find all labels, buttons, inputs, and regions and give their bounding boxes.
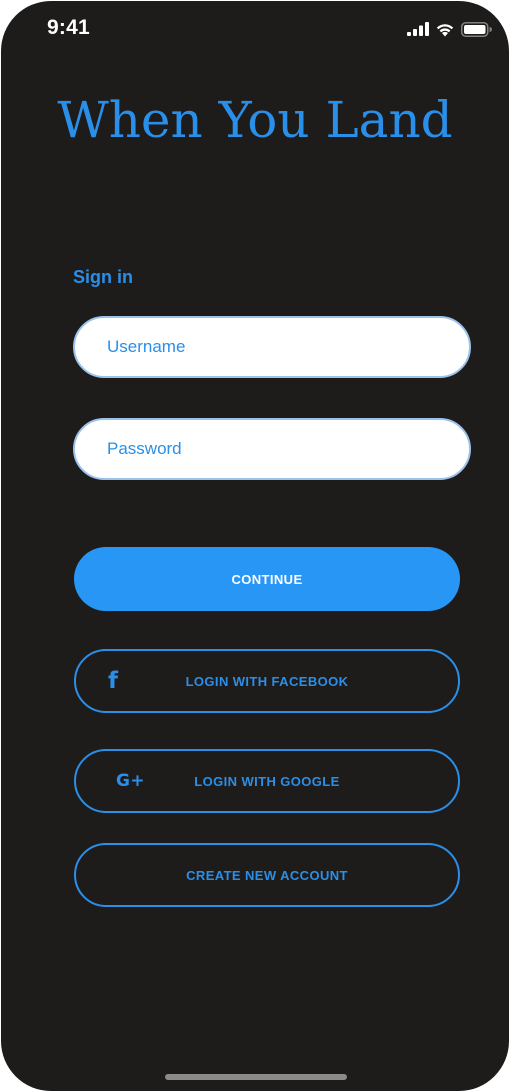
signin-heading: Sign in (73, 267, 133, 287)
phone-screen: 9:41 When You Land Sign in Username CONT… (1, 1, 509, 1091)
app-title: When You Land (57, 91, 453, 149)
continue-button[interactable]: CONTINUE (74, 547, 460, 611)
wifi-icon (436, 23, 454, 36)
username-input[interactable] (107, 318, 437, 376)
login-google-button[interactable]: G+ LOGIN WITH GOOGLE (74, 749, 460, 813)
battery-icon (461, 21, 492, 37)
create-account-label: CREATE NEW ACCOUNT (186, 867, 348, 883)
home-indicator (165, 1074, 347, 1080)
status-time: 9:41 (47, 16, 90, 39)
login-google-label: LOGIN WITH GOOGLE (194, 773, 340, 789)
continue-button-label: CONTINUE (231, 571, 303, 587)
signal-icon (407, 22, 429, 36)
username-field[interactable] (73, 316, 471, 378)
facebook-icon: f (108, 668, 119, 694)
google-plus-icon: G+ (116, 771, 145, 791)
create-account-button[interactable]: CREATE NEW ACCOUNT (74, 843, 460, 907)
password-field[interactable] (73, 418, 471, 480)
login-facebook-button[interactable]: f LOGIN WITH FACEBOOK (74, 649, 460, 713)
status-bar: 9:41 (1, 1, 509, 61)
login-facebook-label: LOGIN WITH FACEBOOK (185, 673, 349, 689)
status-icons (407, 20, 492, 38)
password-input[interactable] (107, 420, 437, 478)
